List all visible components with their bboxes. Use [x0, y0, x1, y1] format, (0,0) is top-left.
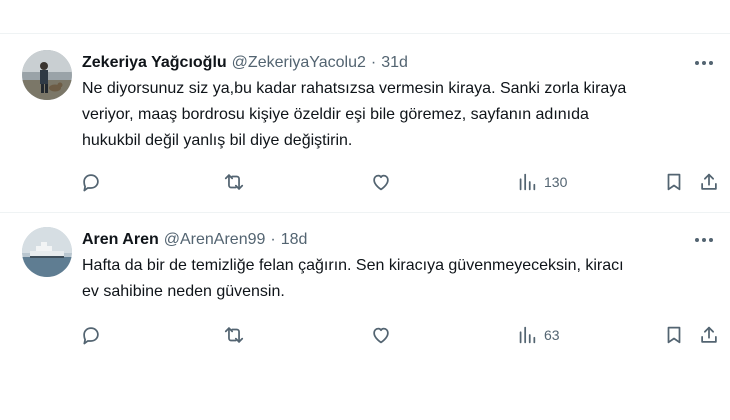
reply-button[interactable] — [80, 170, 102, 194]
retweet-icon — [224, 327, 244, 343]
more-horizontal-icon[interactable] — [692, 230, 716, 250]
reply-button[interactable] — [80, 323, 102, 347]
more-horizontal-icon[interactable] — [692, 53, 716, 73]
views-count: 130 — [544, 174, 568, 190]
reply-icon — [83, 174, 99, 192]
avatar[interactable] — [22, 50, 72, 100]
share-icon — [701, 326, 717, 343]
timestamp[interactable]: 31d — [381, 54, 408, 72]
tweet-text: Ne diyorsunuz siz ya,bu kadar rahatsızsa… — [82, 80, 627, 149]
views-count: 63 — [544, 327, 560, 343]
tweet[interactable]: Zekeriya Yağcıoğlu @ZekeriyaYacolu2 · 31… — [0, 34, 730, 212]
analytics-icon — [519, 173, 536, 191]
share-icon — [701, 173, 717, 190]
views-button[interactable]: 130 — [516, 170, 567, 194]
author-name[interactable]: Zekeriya Yağcıoğlu — [82, 54, 227, 72]
tweet[interactable]: Aren Aren @ArenAren99 · 18d Hafta da bir… — [0, 213, 730, 351]
avatar[interactable] — [22, 227, 72, 277]
bookmark-icon — [667, 173, 681, 191]
like-button[interactable] — [370, 170, 392, 194]
bookmark-button[interactable] — [663, 170, 685, 194]
separator: · — [270, 231, 276, 248]
retweet-icon — [224, 174, 244, 190]
action-bar: 130 — [80, 170, 728, 194]
views-button[interactable]: 63 — [516, 323, 560, 347]
bookmark-icon — [667, 326, 681, 344]
tweet-text: Hafta da bir de temizliğe felan çağırın.… — [82, 257, 624, 300]
author-name[interactable]: Aren Aren — [82, 231, 159, 249]
separator: · — [370, 54, 377, 71]
action-bar: 63 — [80, 323, 728, 347]
author-handle[interactable]: @ZekeriyaYacolu2 — [232, 54, 366, 72]
tweet-header: Zekeriya Yağcıoğlu @ZekeriyaYacolu2 · 31… — [82, 52, 408, 74]
tweet-header: Aren Aren @ArenAren99 · 18d — [82, 229, 307, 251]
share-button[interactable] — [698, 170, 720, 194]
like-button[interactable] — [370, 323, 392, 347]
bookmark-button[interactable] — [663, 323, 685, 347]
author-handle[interactable]: @ArenAren99 — [164, 231, 266, 249]
ship-on-sea-photo — [22, 227, 72, 277]
analytics-icon — [519, 326, 536, 344]
reply-icon — [83, 327, 99, 345]
person-with-dog-photo — [22, 50, 72, 100]
share-button[interactable] — [698, 323, 720, 347]
heart-icon — [373, 174, 389, 191]
retweet-button[interactable] — [223, 170, 245, 194]
timestamp[interactable]: 18d — [281, 231, 308, 249]
retweet-button[interactable] — [223, 323, 245, 347]
heart-icon — [373, 327, 389, 344]
